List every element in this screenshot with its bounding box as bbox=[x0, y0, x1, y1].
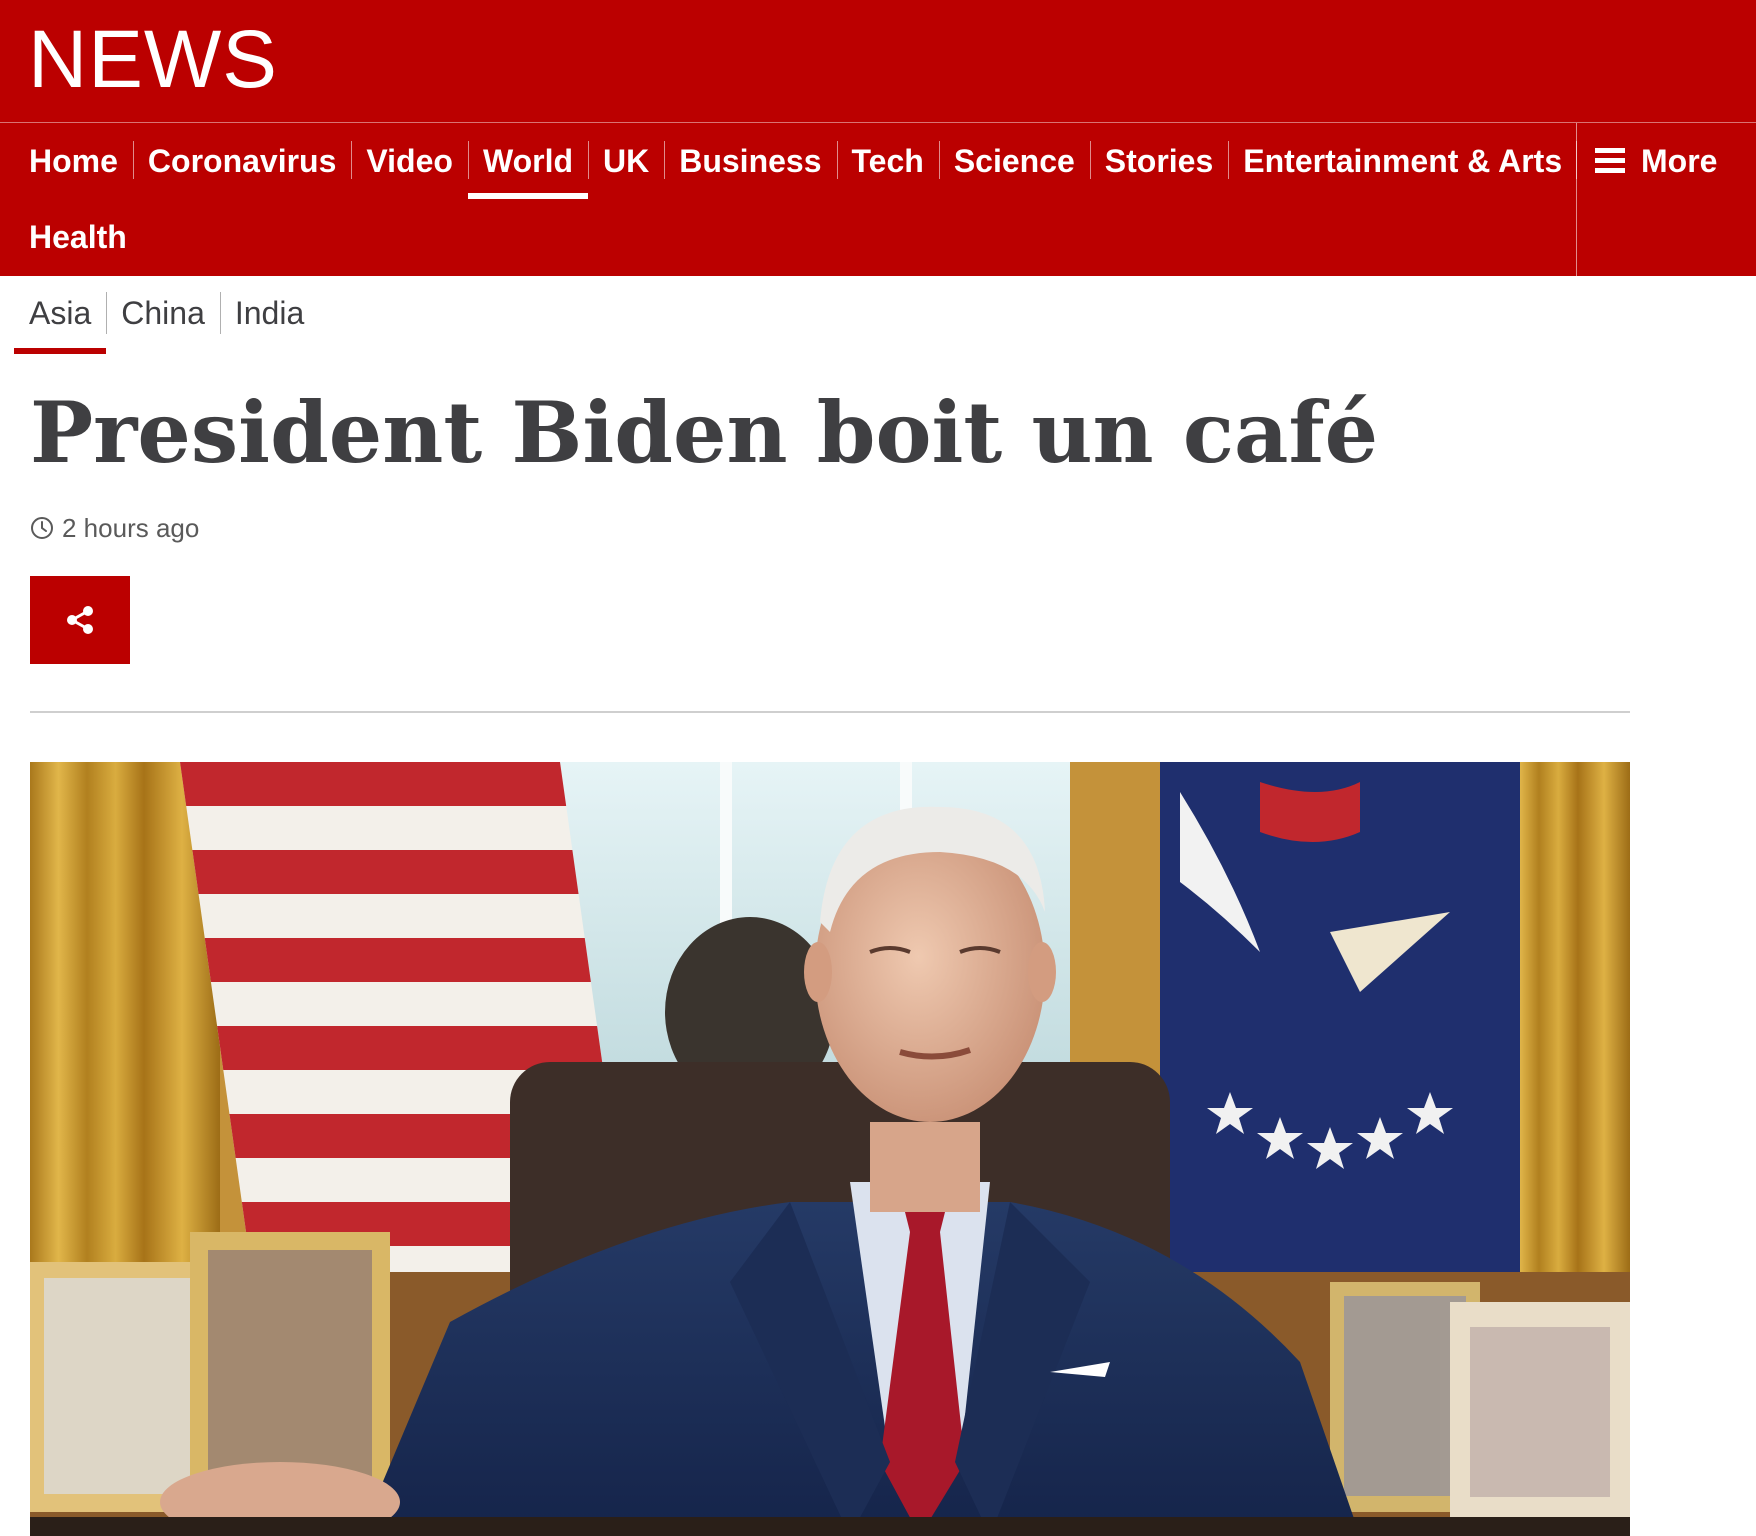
nav-item-coronavirus[interactable]: Coronavirus bbox=[132, 123, 351, 199]
share-button[interactable] bbox=[30, 576, 130, 664]
nav-item-video[interactable]: Video bbox=[351, 123, 468, 199]
nav-item-uk[interactable]: UK bbox=[588, 123, 664, 199]
main-nav-row-1: Home Coronavirus Video World UK Business… bbox=[14, 123, 1577, 199]
more-label: More bbox=[1641, 142, 1718, 179]
secondary-nav: Asia China India bbox=[14, 276, 319, 354]
article-timestamp: 2 hours ago bbox=[30, 510, 199, 546]
nav-item-health[interactable]: Health bbox=[14, 199, 142, 275]
nav-item-business[interactable]: Business bbox=[664, 123, 836, 199]
nav-item-stories[interactable]: Stories bbox=[1089, 123, 1228, 199]
subnav-item-asia[interactable]: Asia bbox=[14, 276, 107, 354]
nav-item-home[interactable]: Home bbox=[14, 123, 133, 199]
nav-item-tech[interactable]: Tech bbox=[836, 123, 939, 199]
divider bbox=[30, 711, 1630, 713]
bbc-news-logo[interactable]: NEWS bbox=[28, 14, 278, 106]
nav-item-entertainment-arts[interactable]: Entertainment & Arts bbox=[1228, 123, 1577, 199]
main-nav-row-2: Health bbox=[14, 199, 142, 275]
hamburger-icon bbox=[1595, 148, 1625, 174]
timestamp-text: 2 hours ago bbox=[62, 512, 200, 543]
subnav-item-china[interactable]: China bbox=[106, 276, 220, 354]
article-hero-image[interactable] bbox=[30, 762, 1630, 1536]
more-menu: More bbox=[1576, 123, 1756, 276]
nav-item-science[interactable]: Science bbox=[938, 123, 1090, 199]
main-nav: Home Coronavirus Video World UK Business… bbox=[0, 122, 1756, 276]
more-button[interactable]: More bbox=[1595, 123, 1717, 199]
subnav-item-india[interactable]: India bbox=[219, 276, 319, 354]
masthead: NEWS bbox=[0, 0, 1756, 122]
photo-illustration bbox=[30, 762, 1630, 1536]
article-headline: President Biden boit un café bbox=[30, 383, 1379, 482]
page: NEWS Home Coronavirus Video World UK Bus… bbox=[0, 0, 1756, 1536]
nav-item-world[interactable]: World bbox=[467, 123, 589, 199]
clock-icon bbox=[31, 517, 53, 539]
share-icon bbox=[67, 606, 93, 634]
